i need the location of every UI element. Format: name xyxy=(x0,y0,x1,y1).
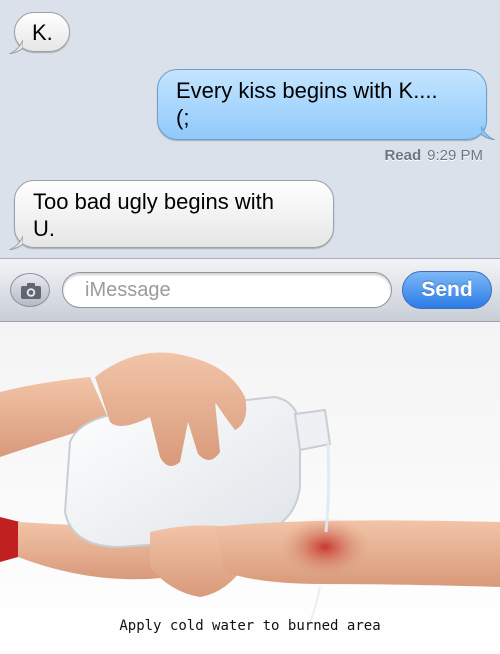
message-thread: K. Every kiss begins with K.... (; Read 9… xyxy=(0,0,500,258)
burn-mark xyxy=(280,517,370,577)
outgoing-message-bubble[interactable]: Every kiss begins with K.... (; xyxy=(157,69,487,140)
red-sleeve xyxy=(0,517,20,562)
pouring-water-illustration xyxy=(0,352,500,623)
message-input-placeholder: iMessage xyxy=(85,279,171,301)
water-stream xyxy=(324,441,331,533)
photo-caption: Apply cold water to burned area xyxy=(119,618,381,634)
message-text-line: Every kiss begins with K.... xyxy=(176,78,438,103)
message-text-line: Too bad ugly begins with xyxy=(33,189,274,214)
compose-bar: iMessage Send xyxy=(0,258,500,322)
bubble-tail xyxy=(481,126,495,140)
read-label: Read xyxy=(384,147,422,164)
read-receipt: Read 9:29 PM xyxy=(384,147,483,164)
bubble-tail xyxy=(9,40,23,54)
read-time: 9:29 PM xyxy=(427,147,483,164)
camera-button[interactable] xyxy=(10,273,50,307)
incoming-message-bubble[interactable]: Too bad ugly begins with U. xyxy=(14,180,334,248)
water-drip xyxy=(309,586,321,623)
message-text-line: K. xyxy=(32,20,53,45)
message-text-line: (; xyxy=(176,105,190,130)
send-button[interactable]: Send xyxy=(402,271,492,309)
camera-icon xyxy=(21,283,41,299)
bubble-tail xyxy=(9,236,23,250)
message-input[interactable]: iMessage xyxy=(62,272,392,308)
message-text-line: U. xyxy=(33,216,55,241)
meme-photo xyxy=(0,322,500,654)
